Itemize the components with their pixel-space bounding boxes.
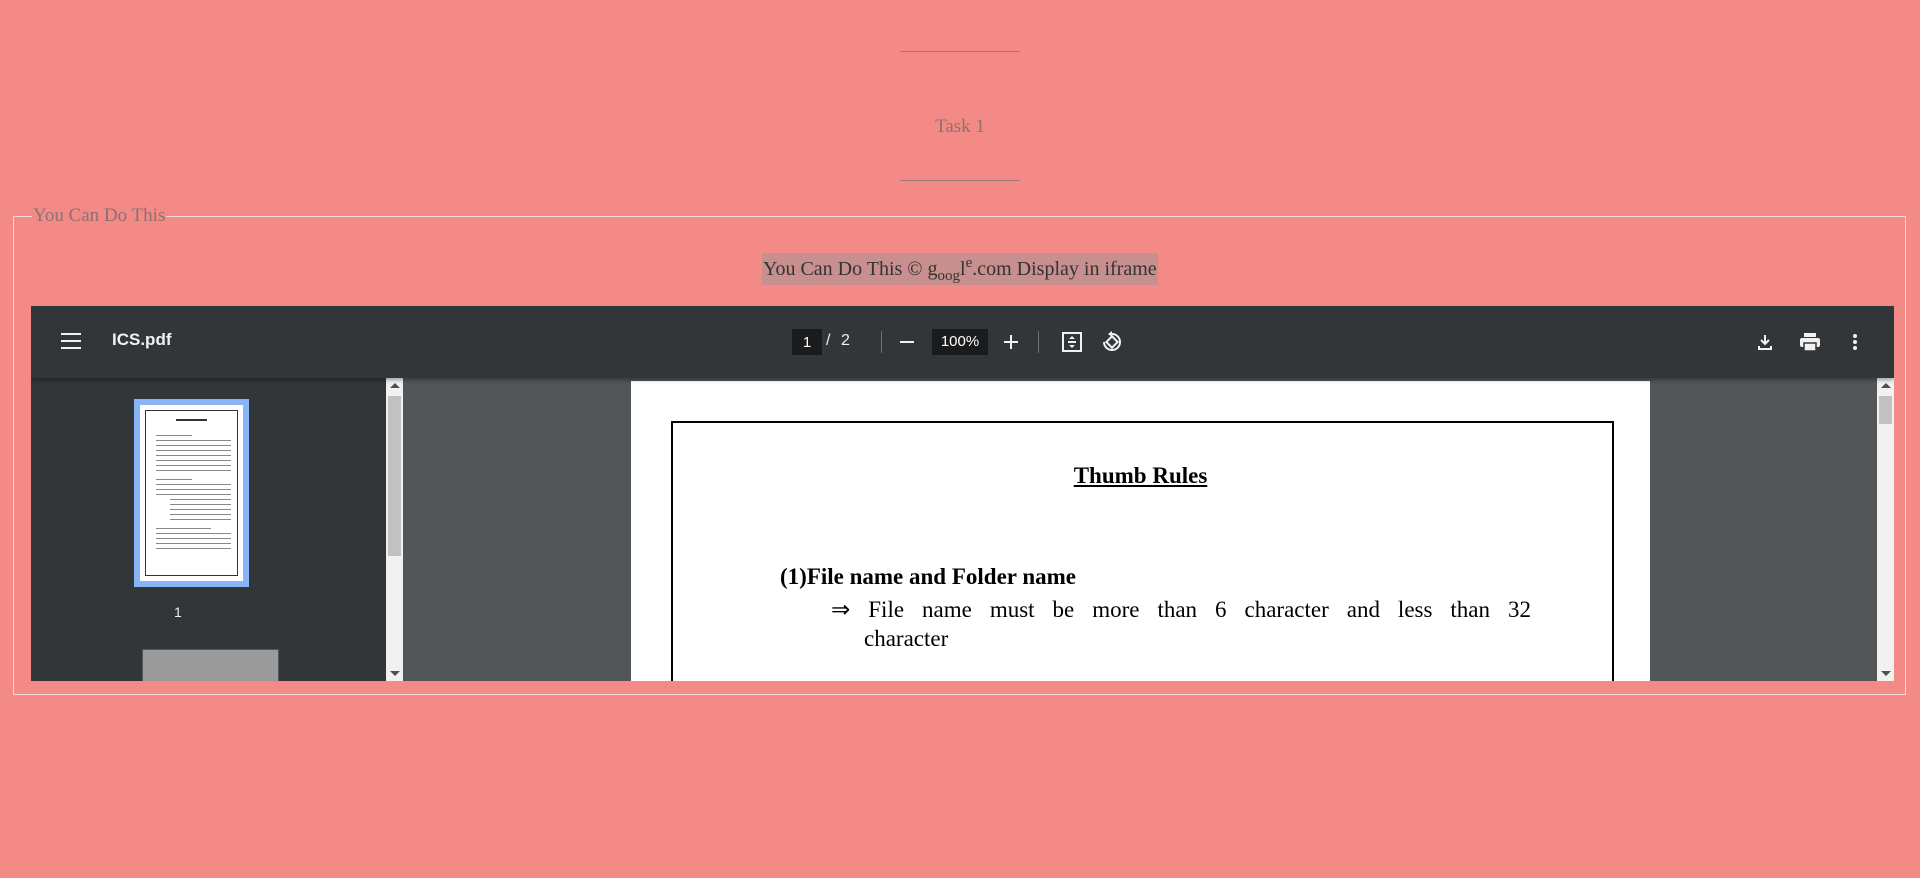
thumbnail-page [140,405,243,581]
rotate-icon [1103,331,1121,351]
toolbar-divider [881,331,882,353]
pdf-viewer-iframe: ICS.pdf / 2 100% [31,306,1894,681]
page-separator: / [826,332,831,349]
task-title: Task 1 [935,116,985,137]
rotate-button[interactable] [1096,326,1128,358]
zoom-in-button[interactable] [995,326,1027,358]
page-border [671,421,1614,681]
pdf-bullet-line: ⇒ File name must be more than 6 characte… [831,597,1531,623]
print-button[interactable] [1794,326,1826,358]
scroll-down-icon[interactable] [390,671,400,676]
main-scroll-thumb[interactable] [1879,396,1892,424]
fit-page-button[interactable] [1056,326,1088,358]
scroll-up-icon[interactable] [1881,383,1891,388]
iframe-caption: You Can Do This © google.com Display in … [762,253,1158,285]
fit-page-icon [1062,332,1082,352]
download-icon [1758,335,1772,350]
page-thumbnail-1[interactable] [134,399,249,587]
download-button[interactable] [1749,326,1781,358]
more-options-button[interactable] [1839,326,1871,358]
scroll-up-icon[interactable] [390,383,400,388]
pdf-bullet-continuation: character [864,626,949,651]
thumbnail-sidebar: 1 [31,378,403,681]
pdf-heading: Thumb Rules [1073,463,1208,488]
zoom-out-button[interactable] [891,326,923,358]
caption-sup: e [965,255,973,271]
caption-text-1: You Can Do This © g [763,258,938,280]
caption-text-3: .com Display in iframe [972,258,1157,280]
scroll-down-icon[interactable] [1881,671,1891,676]
sidebar-scrollbar[interactable] [386,378,403,681]
bottom-rule [900,180,1020,181]
pdf-page: Thumb Rules (1)File name and Folder name… [631,381,1650,681]
document-title: ICS.pdf [112,330,172,349]
toolbar-divider [1038,331,1039,353]
sidebar-scroll-thumb[interactable] [388,396,401,556]
print-icon [1800,333,1820,352]
page-total: 2 [841,332,850,349]
plus-icon [1004,335,1018,349]
page-number-input[interactable] [792,329,822,355]
page-thumbnail-2[interactable] [142,649,279,681]
menu-icon[interactable] [61,333,81,349]
minus-icon [900,341,914,343]
pdf-section-title: (1)File name and Folder name [780,564,1076,589]
zoom-level[interactable]: 100% [932,329,988,355]
arrow-bullet: ⇒ [831,597,851,622]
top-rule [900,51,1020,52]
more-vert-icon [1853,334,1857,350]
pdf-toolbar: ICS.pdf / 2 100% [31,306,1894,378]
thumbnail-label: 1 [174,604,182,620]
main-scrollbar[interactable] [1877,378,1894,681]
thumbnail-content [145,410,238,576]
caption-sub: oog [937,268,961,284]
pdf-bullet-text: File name must be more than 6 character … [868,597,1531,622]
caption-text-2: l [960,258,966,280]
fieldset-legend: You Can Do This [33,205,166,226]
